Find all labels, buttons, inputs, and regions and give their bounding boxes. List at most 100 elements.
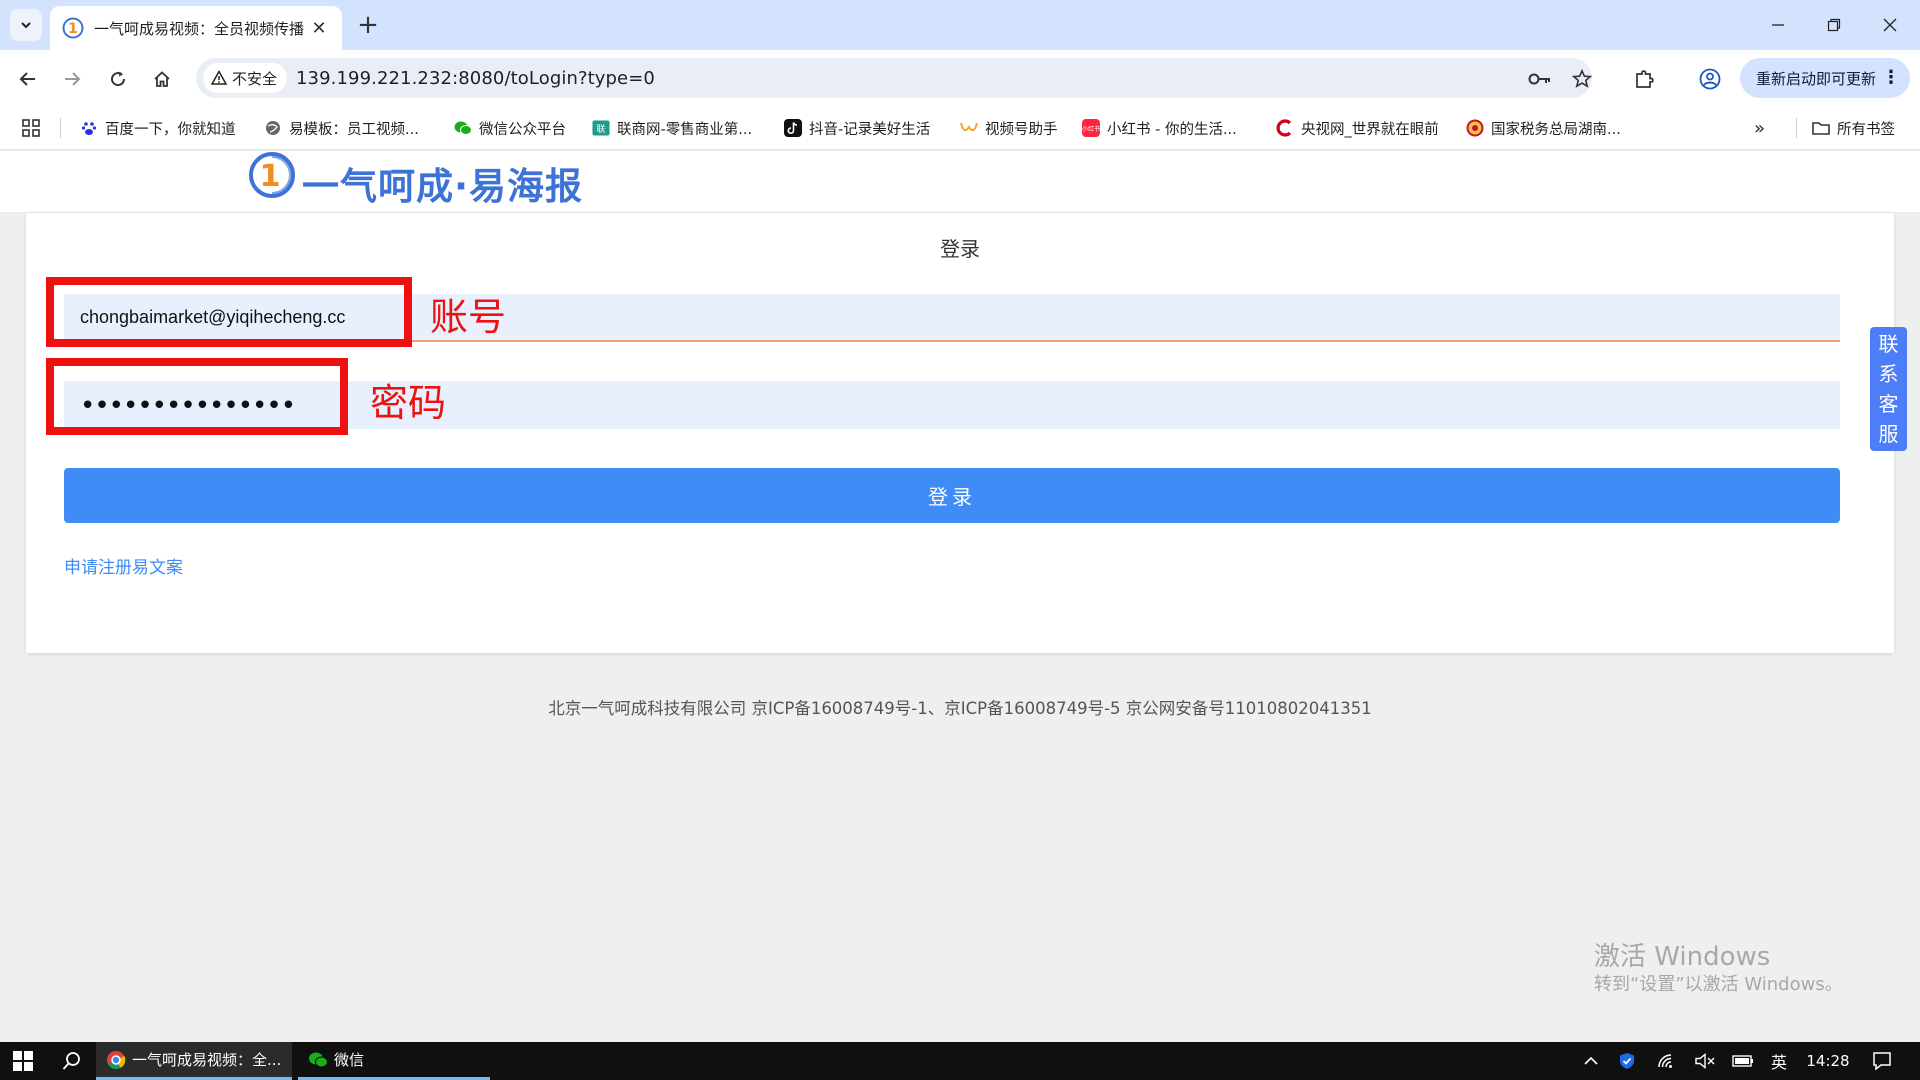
bookmark-item-channels[interactable]: 视频号助手	[960, 116, 1058, 140]
tab-close-icon[interactable]: ✕	[308, 18, 330, 39]
volume-muted-icon	[1695, 1053, 1715, 1069]
brand-logo-icon[interactable]: 1	[248, 151, 296, 199]
svg-text:小红书: 小红书	[1082, 125, 1100, 133]
minimize-button[interactable]	[1750, 8, 1806, 42]
bookmark-label: 百度一下，你就知道	[105, 121, 236, 138]
ime-indicator[interactable]: 英	[1764, 1042, 1794, 1080]
home-button[interactable]	[146, 63, 178, 95]
volume-tray-button[interactable]	[1690, 1042, 1720, 1080]
notification-button[interactable]	[1862, 1042, 1902, 1080]
warning-icon	[211, 70, 227, 85]
update-label: 重新启动即可更新	[1756, 69, 1877, 88]
login-title: 登录	[940, 237, 980, 261]
clock[interactable]: 14:28	[1800, 1042, 1856, 1080]
bookmark-star-button[interactable]	[1570, 67, 1594, 91]
bookmark-item-wechat-mp[interactable]: 微信公众平台	[454, 116, 566, 140]
bookmarks-divider	[1796, 118, 1797, 138]
more-menu-icon[interactable]: ⋮	[1882, 67, 1900, 88]
account-annotation-box	[46, 277, 412, 347]
brand-logo-text[interactable]: 一气呵成·易海报	[302, 156, 583, 210]
account-annotation-label: 账号	[430, 295, 507, 339]
bookmark-label: 央视网_世界就在眼前	[1301, 121, 1439, 138]
close-icon	[1883, 18, 1897, 32]
bookmark-label: 抖音-记录美好生活	[809, 121, 931, 138]
extensions-button[interactable]	[1628, 63, 1660, 95]
chevron-down-icon	[21, 22, 31, 29]
bookmark-item-yimuban[interactable]: 易模板：员工视频...	[264, 116, 419, 140]
security-tray-button[interactable]	[1612, 1042, 1642, 1080]
address-bar[interactable]: 不安全 139.199.221.232:8080/toLogin?type=0	[196, 58, 1592, 98]
bookmark-label: 国家税务总局湖南...	[1491, 121, 1621, 138]
login-button[interactable]: 登录	[64, 468, 1840, 523]
start-button[interactable]	[0, 1042, 46, 1080]
bookmark-item-lianshang[interactable]: 联 联商网-零售商业第...	[592, 116, 752, 140]
baidu-icon	[80, 119, 98, 137]
all-bookmarks-button[interactable]: 所有书签	[1812, 116, 1895, 140]
taskbar-search-button[interactable]	[50, 1042, 94, 1080]
bookmark-item-cctv[interactable]: 央视网_世界就在眼前	[1276, 116, 1439, 140]
bookmark-label: 视频号助手	[985, 121, 1058, 138]
show-hidden-icons-button[interactable]	[1576, 1042, 1606, 1080]
bookmarks-divider	[60, 118, 61, 138]
contact-char: 客	[1878, 392, 1899, 416]
site-header: 1 一气呵成·易海报	[0, 151, 1920, 213]
security-label: 不安全	[232, 69, 278, 88]
svg-text:1: 1	[68, 21, 78, 37]
close-window-button[interactable]	[1862, 8, 1918, 42]
home-icon	[154, 71, 170, 87]
arrow-right-icon	[65, 72, 81, 86]
reload-icon	[111, 71, 126, 87]
restore-button[interactable]	[1806, 8, 1862, 42]
activation-watermark-title: 激活 Windows	[1594, 942, 1771, 972]
network-tray-button[interactable]	[1652, 1042, 1682, 1080]
all-bookmarks-label: 所有书签	[1837, 121, 1895, 138]
password-annotation-label: 密码	[370, 381, 447, 425]
taskbar-app-chrome[interactable]: 一气呵成易视频：全...	[96, 1042, 292, 1080]
svg-text:1: 1	[260, 159, 281, 194]
bookmark-item-douyin[interactable]: 抖音-记录美好生活	[784, 116, 930, 140]
minimize-icon	[1772, 24, 1784, 26]
register-link[interactable]: 申请注册易文案	[64, 553, 183, 578]
douyin-icon	[784, 119, 802, 137]
reload-button[interactable]	[102, 63, 134, 95]
back-button[interactable]	[12, 63, 44, 95]
security-chip[interactable]: 不安全	[203, 63, 288, 93]
tab-search-button[interactable]	[10, 9, 42, 41]
chevron-up-icon	[1584, 1056, 1598, 1065]
new-tab-button[interactable]: +	[352, 9, 384, 41]
tab-active[interactable]: 1 一气呵成易视频：全员视频传播 ✕	[50, 6, 342, 50]
taskbar: 一气呵成易视频：全... 微信 英 14:28	[0, 1042, 1920, 1080]
bookmark-label: 联商网-零售商业第...	[617, 121, 753, 138]
chrome-icon	[107, 1050, 126, 1069]
contact-char: 系	[1878, 362, 1899, 386]
profile-button[interactable]	[1694, 63, 1726, 95]
tax-emblem-icon	[1466, 119, 1484, 137]
key-icon	[1528, 73, 1550, 85]
bookmarks-overflow-button[interactable]: »	[1754, 116, 1765, 140]
bookmark-label: 易模板：员工视频...	[289, 121, 419, 138]
account-circle-icon	[1699, 68, 1721, 90]
forward-button[interactable]	[56, 63, 88, 95]
puzzle-icon	[1636, 70, 1654, 88]
arrow-left-icon	[19, 72, 35, 86]
star-icon	[1572, 69, 1592, 88]
wifi-icon	[1658, 1054, 1672, 1068]
bookmark-label: 小红书 - 你的生活...	[1107, 121, 1237, 138]
url-text[interactable]: 139.199.221.232:8080/toLogin?type=0	[296, 68, 655, 89]
wechat-icon	[309, 1052, 328, 1067]
bookmark-item-xiaohongshu[interactable]: 小红书 小红书 - 你的生活...	[1082, 116, 1237, 140]
bookmark-item-tax[interactable]: 国家税务总局湖南...	[1466, 116, 1621, 140]
password-key-button[interactable]	[1528, 67, 1552, 91]
contact-support-tab[interactable]: 联 系 客 服	[1870, 327, 1907, 451]
footer-text: 北京一气呵成科技有限公司 京ICP备16008749号-1、京ICP备16008…	[548, 699, 1372, 718]
apps-button[interactable]	[22, 116, 40, 140]
shield-icon	[1620, 1053, 1634, 1069]
update-button[interactable]: 重新启动即可更新 ⋮	[1740, 58, 1910, 98]
channels-icon	[960, 119, 978, 137]
tab-title: 一气呵成易视频：全员视频传播	[94, 19, 304, 38]
battery-tray-button[interactable]	[1728, 1042, 1758, 1080]
folder-icon	[1812, 119, 1830, 137]
site-favicon-icon: 1	[62, 17, 84, 39]
taskbar-app-wechat[interactable]: 微信	[298, 1042, 490, 1080]
bookmark-item-baidu[interactable]: 百度一下，你就知道	[80, 116, 236, 140]
